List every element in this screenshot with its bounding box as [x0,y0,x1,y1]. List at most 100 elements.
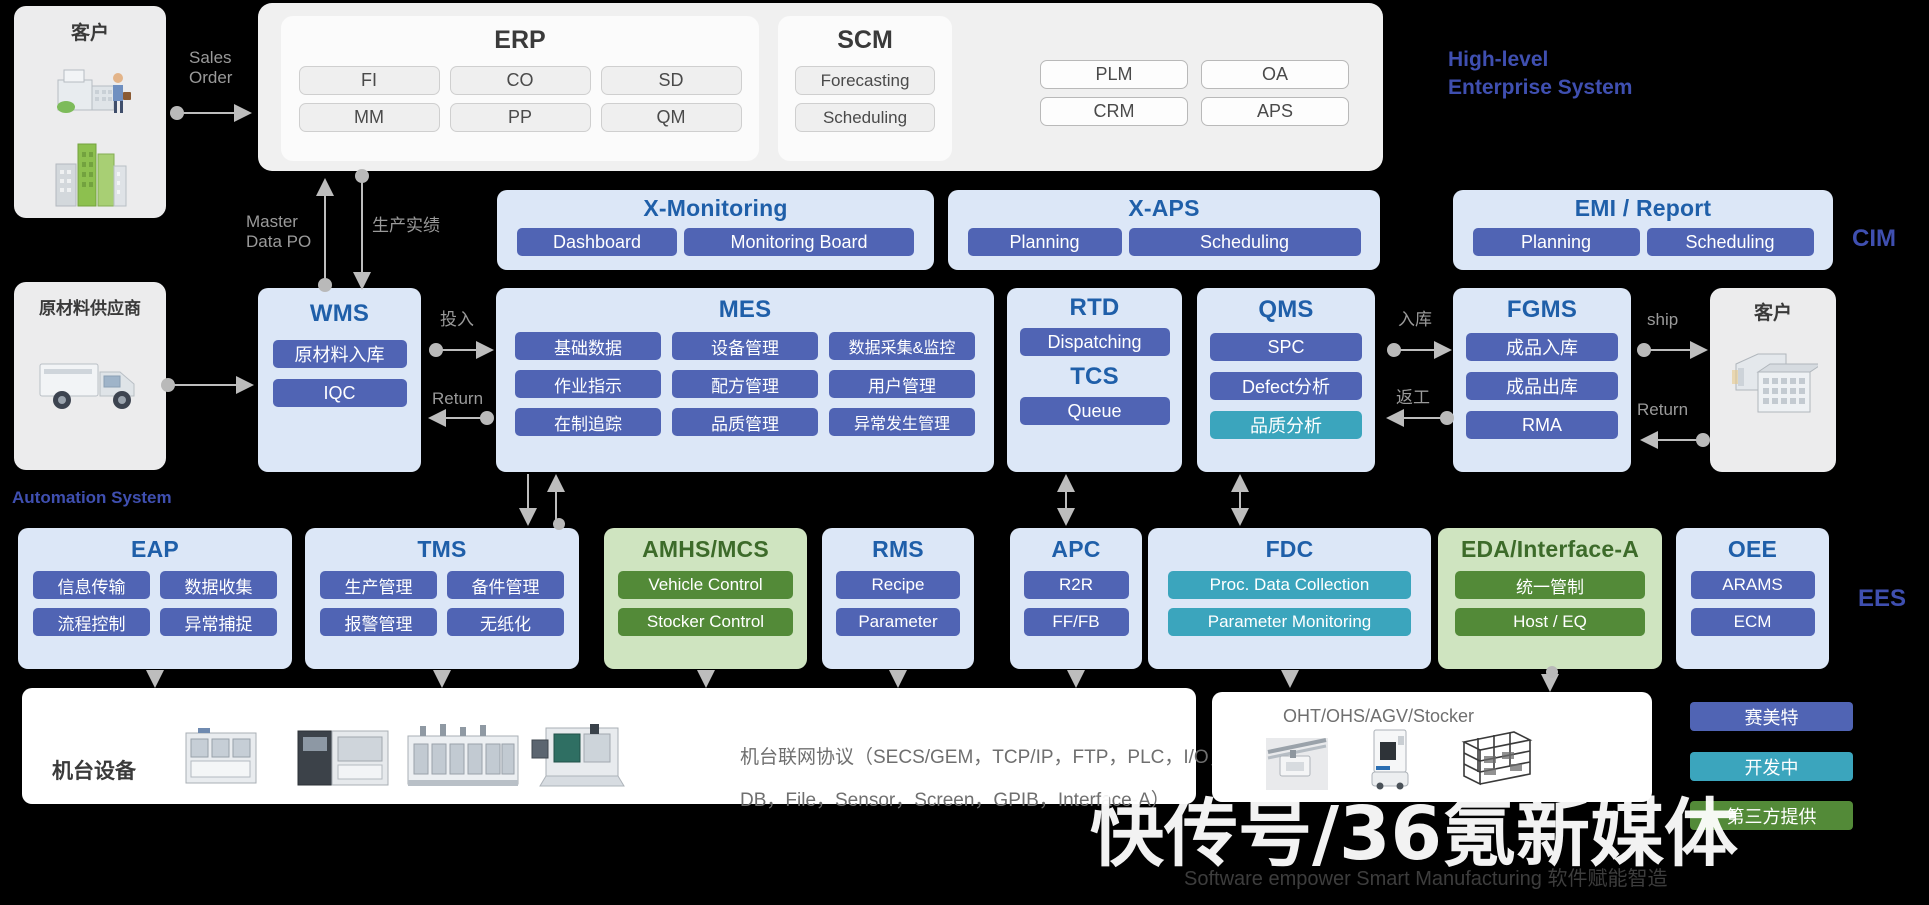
tms-item-paperless[interactable]: 无纸化 [447,608,564,636]
right-customer-title: 客户 [1753,303,1792,324]
app-aps[interactable]: APS [1201,97,1349,126]
x-aps-panel: X-APS Planning Scheduling [948,190,1380,270]
app-oa[interactable]: OA [1201,60,1349,89]
rtd-tcs-panel: RTD Dispatching TCS Queue [1007,288,1182,472]
x-aps-scheduling[interactable]: Scheduling [1128,228,1361,256]
erp-item-qm[interactable]: QM [600,103,742,132]
fgms-item-fg-inbound[interactable]: 成品入库 [1466,333,1618,361]
app-plm[interactable]: PLM [1040,60,1188,89]
arrow-label-rework: 返工 [1396,388,1430,407]
mes-item-user-mgmt[interactable]: 用户管理 [829,370,975,398]
fdc-item-proc-data-collection[interactable]: Proc. Data Collection [1168,571,1411,599]
wms-title: WMS [309,300,370,327]
x-monitoring-title: X-Monitoring [643,195,788,221]
scm-item-forecasting[interactable]: Forecasting [795,66,935,95]
cim-label: CIM [1852,225,1896,252]
emi-report-scheduling[interactable]: Scheduling [1646,228,1814,256]
erp-item-fi[interactable]: FI [298,66,440,95]
rtd-title: RTD [1069,294,1120,321]
apc-item-ff-fb[interactable]: FF/FB [1023,608,1129,636]
eap-item-info-transfer[interactable]: 信息传输 [33,571,150,599]
tms-item-alarm-mgmt[interactable]: 报警管理 [320,608,437,636]
app-crm[interactable]: CRM [1040,97,1188,126]
mes-item-recipe-mgmt[interactable]: 配方管理 [672,370,818,398]
emi-report-planning[interactable]: Planning [1472,228,1640,256]
arrow-label-master-data-po: Master Data PO [246,212,312,251]
tms-panel: TMS 生产管理 备件管理 报警管理 无纸化 [305,528,579,669]
eda-item-host-eq[interactable]: Host / EQ [1455,608,1645,636]
mes-item-exception-mgmt[interactable]: 异常发生管理 [829,408,975,436]
x-monitoring-dashboard[interactable]: Dashboard [517,228,677,256]
apc-panel: APC R2R FF/FB [1010,528,1142,669]
eap-item-process-ctrl[interactable]: 流程控制 [33,608,150,636]
protocol-line-1: 机台联网协议（SECS/GEM，TCP/IP，FTP，PLC，I/O， [740,747,1228,768]
supplier-actor-box: 原材料供应商 [14,282,166,470]
fdc-title: FDC [1265,536,1314,562]
machine-icon [185,728,257,784]
mes-item-equipment-mgmt[interactable]: 设备管理 [672,332,818,360]
legend-chip-saimeite[interactable]: 赛美特 [1690,702,1853,731]
fgms-title: FGMS [1506,296,1578,323]
arrow-label-inbound: 入库 [1398,310,1432,329]
rms-item-parameter[interactable]: Parameter [836,608,960,636]
enterprise-other-apps: PLM OA CRM APS [1040,60,1349,126]
fgms-panel: FGMS 成品入库 成品出库 RMA [1453,288,1631,472]
mes-item-work-instruction[interactable]: 作业指示 [515,370,661,398]
mes-item-wip-tracking[interactable]: 在制追踪 [515,408,661,436]
eap-title: EAP [131,536,179,562]
fdc-item-parameter-monitoring[interactable]: Parameter Monitoring [1168,608,1411,636]
x-aps-title: X-APS [1128,195,1200,221]
wms-item-raw-material-in[interactable]: 原材料入库 [272,340,407,368]
amhs-item-vehicle-control[interactable]: Vehicle Control [618,571,793,599]
mes-item-quality-mgmt[interactable]: 品质管理 [672,408,818,436]
fgms-item-fg-outbound[interactable]: 成品出库 [1466,372,1618,400]
mes-panel: MES 基础数据 设备管理 数据采集&监控 作业指示 配方管理 用户管理 在制追… [496,288,994,472]
scm-card: SCM Forecasting Scheduling [778,16,952,161]
erp-item-pp[interactable]: PP [449,103,591,132]
machine-icon [407,724,519,786]
apc-item-r2r[interactable]: R2R [1023,571,1129,599]
erp-item-mm[interactable]: MM [298,103,440,132]
x-monitoring-panel: X-Monitoring Dashboard Monitoring Board [497,190,934,270]
eap-item-data-collect[interactable]: 数据收集 [160,571,277,599]
oee-item-arams[interactable]: ARAMS [1690,571,1815,599]
rms-item-recipe[interactable]: Recipe [836,571,960,599]
eda-item-unified-control[interactable]: 统一管制 [1455,571,1645,599]
delivery-truck-icon [39,363,135,409]
arrow-label-production-result: 生产实绩 [372,216,440,235]
amhs-item-stocker-control[interactable]: Stocker Control [618,608,793,636]
x-monitoring-monitoring-board[interactable]: Monitoring Board [684,228,914,256]
tcs-title: TCS [1070,363,1119,390]
qms-panel: QMS SPC Defect分析 品质分析 [1197,288,1375,472]
rtd-item-dispatching[interactable]: Dispatching [1019,328,1170,356]
mes-item-data-collection[interactable]: 数据采集&监控 [829,332,975,360]
machine-icon [531,724,625,787]
wms-item-iqc[interactable]: IQC [272,379,407,407]
material-handling-title: OHT/OHS/AGV/Stocker [1283,706,1475,726]
apc-title: APC [1051,536,1101,562]
tms-item-production-mgmt[interactable]: 生产管理 [320,571,437,599]
fdc-panel: FDC Proc. Data Collection Parameter Moni… [1148,528,1431,669]
qms-item-spc[interactable]: SPC [1210,333,1362,361]
fgms-item-rma[interactable]: RMA [1466,411,1618,439]
tms-item-spare-parts[interactable]: 备件管理 [447,571,564,599]
supplier-actor-title: 原材料供应商 [39,299,141,318]
scm-item-scheduling[interactable]: Scheduling [795,103,935,132]
eap-item-exception-catch[interactable]: 异常捕捉 [160,608,277,636]
oee-item-ecm[interactable]: ECM [1690,608,1815,636]
tcs-item-queue[interactable]: Queue [1019,397,1170,425]
tms-title: TMS [417,536,467,562]
qms-item-quality-analysis[interactable]: 品质分析 [1210,411,1362,439]
scm-title: SCM [837,26,893,54]
city-buildings-icon [55,143,127,207]
mes-item-basic-data[interactable]: 基础数据 [515,332,661,360]
high-level-enterprise-label: High-level Enterprise System [1448,48,1633,100]
arrow-label-ship: ship [1647,310,1679,329]
customer-actor-box: 客户 [14,6,166,218]
erp-item-sd[interactable]: SD [600,66,742,95]
arrow-label-return-left: Return [432,389,484,408]
machine-icon [297,730,389,786]
x-aps-planning[interactable]: Planning [967,228,1122,256]
erp-item-co[interactable]: CO [449,66,591,95]
qms-item-defect-analysis[interactable]: Defect分析 [1210,372,1362,400]
